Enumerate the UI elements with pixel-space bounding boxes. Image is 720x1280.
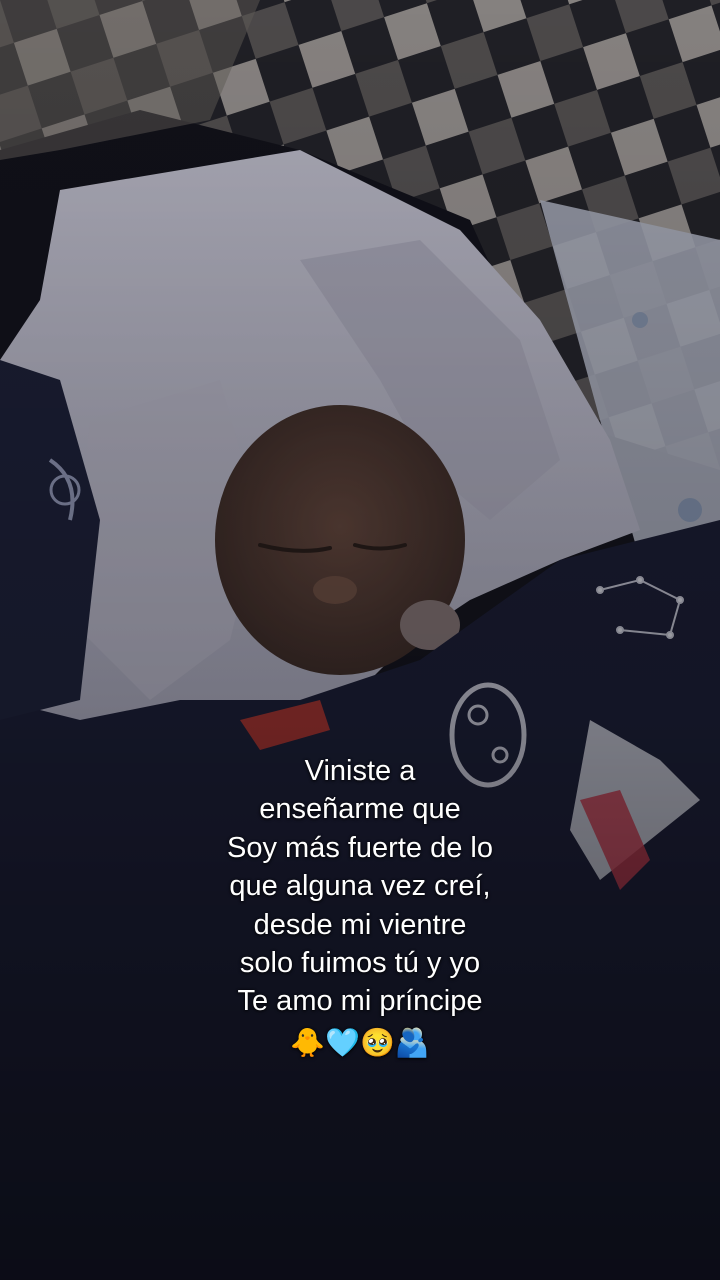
caption-line-5: desde mi vientre [253,908,467,941]
caption-line-7: Te amo mi príncipe [237,985,483,1018]
photo-scene: Viniste a enseñarme que Soy más fuerte d… [0,0,720,1280]
caption-line-2: enseñarme que [259,793,461,826]
caption-line-6: solo fuimos tú y yo [239,947,481,980]
caption-text: Viniste a enseñarme que Soy más fuerte d… [0,752,720,1063]
sleeping-baby-photo [0,0,720,1280]
caption-line-4: que alguna vez creí, [229,870,491,903]
caption-line-3: Soy más fuerte de lo [227,831,493,864]
caption-emoji: 🐥🩵🥹🫂 [290,1026,430,1058]
caption-line-1: Viniste a [304,755,416,787]
